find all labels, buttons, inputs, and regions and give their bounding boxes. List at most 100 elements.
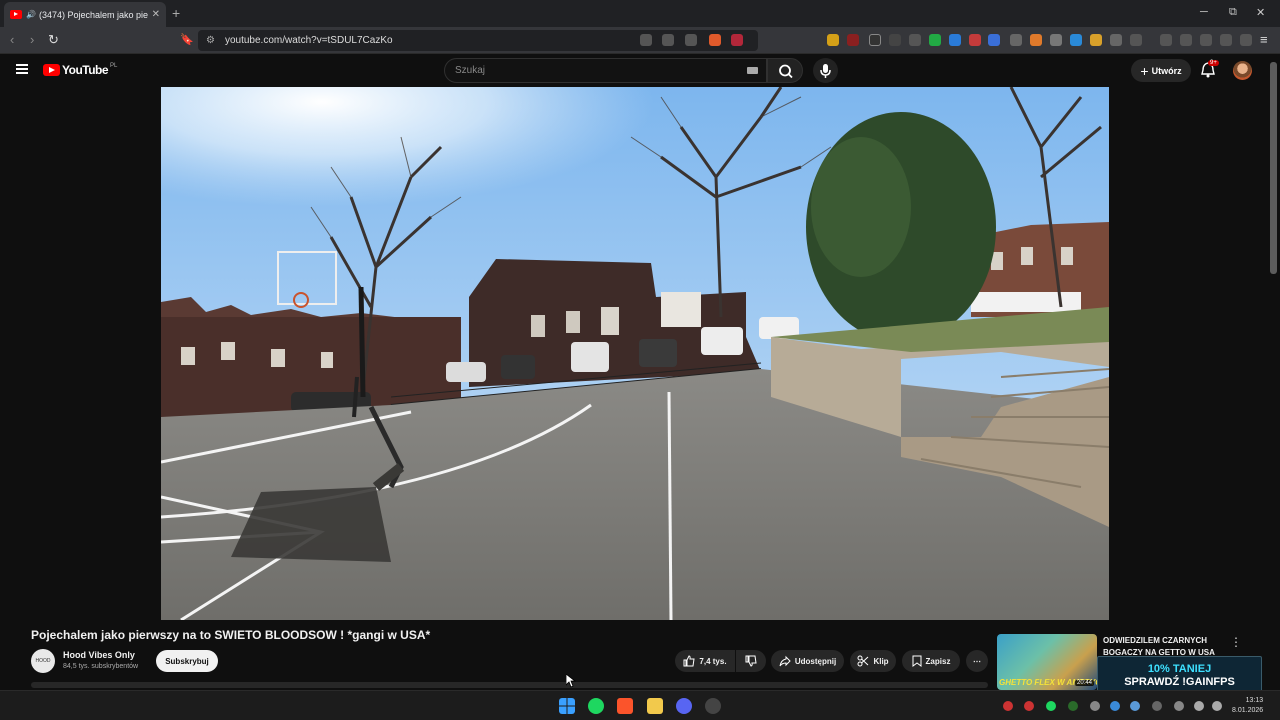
leo-ai-icon[interactable] [1220,34,1232,46]
more-actions-button[interactable]: ⋯ [966,650,988,672]
taskbar-clock[interactable]: 13:13 8.01.2026 [1232,696,1263,716]
maximize-button[interactable]: ⧉ [1229,6,1237,19]
bookmark-icon[interactable]: 🔖 [180,33,194,46]
cast-icon[interactable] [640,34,652,46]
tray-icon-9[interactable] [1174,701,1184,711]
search-input[interactable]: Szukaj [444,58,767,83]
recommended-video-thumbnail[interactable]: GHETTO FLEX W AMERYCE 20:44 [997,634,1097,690]
account-avatar[interactable] [1233,61,1252,80]
share-icon[interactable] [685,34,697,46]
reload-icon[interactable]: ↻ [48,32,59,48]
browser-menu-icon[interactable]: ≡ [1260,32,1268,47]
description-box-edge [31,682,988,688]
extension-10-icon[interactable] [1010,34,1022,46]
like-button[interactable]: 7,4 tys. [675,650,735,672]
forward-icon[interactable]: › [30,32,34,47]
search-button[interactable] [767,58,803,83]
back-icon[interactable]: ‹ [10,32,14,47]
search-icon [779,64,793,79]
promo-line-1: 10% TANIEJ [1147,663,1212,675]
zoom-icon[interactable] [662,34,674,46]
extension-7-icon[interactable] [949,34,961,46]
video-player[interactable] [161,87,1109,620]
extension-3-icon[interactable] [869,34,881,46]
browser-tab[interactable]: 🔊 (3474) Pojechalem jako pierw ✕ [4,2,166,27]
media-icon[interactable] [1160,34,1172,46]
new-tab-button[interactable]: + [172,5,180,21]
extension-12-icon[interactable] [1050,34,1062,46]
windows-taskbar: 13:13 8.01.2026 [0,690,1280,720]
brave-browser-icon[interactable] [617,698,633,714]
app-icon[interactable] [705,698,721,714]
tray-spotify-icon[interactable] [1046,701,1056,711]
tray-steam-icon[interactable] [1130,701,1140,711]
minimize-button[interactable]: ─ [1200,6,1208,18]
share-button[interactable]: Udostępnij [771,650,844,672]
channel-subscribers: 84,5 tys. subskrybentów [63,663,139,670]
extensions-menu-icon[interactable] [1110,34,1122,46]
video-duration: 20:44 [1074,680,1094,686]
thumbs-up-icon [683,655,695,667]
extension-15-icon[interactable] [1130,34,1142,46]
extension-4-icon[interactable] [889,34,901,46]
close-window-button[interactable]: ✕ [1256,6,1265,19]
spotify-icon[interactable] [588,698,604,714]
wallet-icon[interactable] [1200,34,1212,46]
recommended-more-icon[interactable]: ⋮ [1230,635,1242,649]
tab-close-icon[interactable]: ✕ [152,9,160,20]
channel-avatar[interactable]: HOOD [31,649,55,673]
extension-1-icon[interactable] [827,34,839,46]
brave-rewards-icon[interactable] [731,34,743,46]
sidebar-icon[interactable] [1180,34,1192,46]
create-button[interactable]: + Utwórz [1131,59,1191,82]
scissors-icon [857,655,869,667]
speaker-icon[interactable]: 🔊 [26,10,36,19]
promo-line-2: SPRAWDŹ !GAINFPS [1124,676,1235,688]
video-frame-image [161,87,1109,620]
video-title: Pojechalem jako pierwszy na to SWIETO BL… [31,628,431,642]
discord-icon[interactable] [676,698,692,714]
plus-icon: + [1140,62,1149,79]
address-bar[interactable]: ⚙ youtube.com/watch?v=tSDUL7CazKo [198,30,758,51]
vpn-icon[interactable] [1240,34,1252,46]
tray-icon-4[interactable] [1068,701,1078,711]
youtube-play-icon [43,64,60,76]
share-icon [779,655,791,667]
youtube-header: YouTube PL Szukaj + Utwórz 9+ [0,54,1280,87]
extension-14-icon[interactable] [1090,34,1102,46]
tray-icon-2[interactable] [1024,701,1034,711]
save-button[interactable]: Zapisz [902,650,960,672]
page-scrollbar[interactable] [1270,62,1277,274]
mouse-cursor-icon [566,674,576,688]
microphone-icon [820,64,831,78]
volume-icon[interactable] [1212,701,1222,711]
extension-8-icon[interactable] [969,34,981,46]
extension-5-icon[interactable] [909,34,921,46]
network-icon[interactable] [1194,701,1204,711]
browser-tab-strip: 🔊 (3474) Pojechalem jako pierw ✕ + ─ ⧉ ✕ [0,0,1280,27]
tray-icon-5[interactable] [1090,701,1100,711]
extension-11-icon[interactable] [1030,34,1042,46]
extension-6-icon[interactable] [929,34,941,46]
windows-start-icon[interactable] [559,698,575,714]
youtube-logo[interactable]: YouTube PL [43,63,117,77]
browser-toolbar: ‹ › ↻ 🔖 ⚙ youtube.com/watch?v=tSDUL7CazK… [0,27,1280,54]
notifications-badge: 9+ [1208,60,1219,66]
extension-9-icon[interactable] [988,34,1000,46]
extension-13-icon[interactable] [1070,34,1082,46]
clip-button[interactable]: Klip [850,650,896,672]
brave-shield-icon[interactable] [709,34,721,46]
tray-icon-8[interactable] [1152,701,1162,711]
tray-icon-6[interactable] [1110,701,1120,711]
menu-icon[interactable] [16,64,28,74]
keyboard-icon[interactable] [747,67,758,74]
voice-search-button[interactable] [813,58,838,83]
extension-2-icon[interactable] [847,34,859,46]
file-explorer-icon[interactable] [647,698,663,714]
subscribe-button[interactable]: Subskrybuj [156,650,218,672]
tray-icon-1[interactable] [1003,701,1013,711]
site-settings-icon[interactable]: ⚙ [206,35,215,46]
dislike-button[interactable] [736,650,766,672]
channel-name[interactable]: Hood Vibes Only [63,650,135,660]
youtube-favicon-icon [10,10,22,19]
